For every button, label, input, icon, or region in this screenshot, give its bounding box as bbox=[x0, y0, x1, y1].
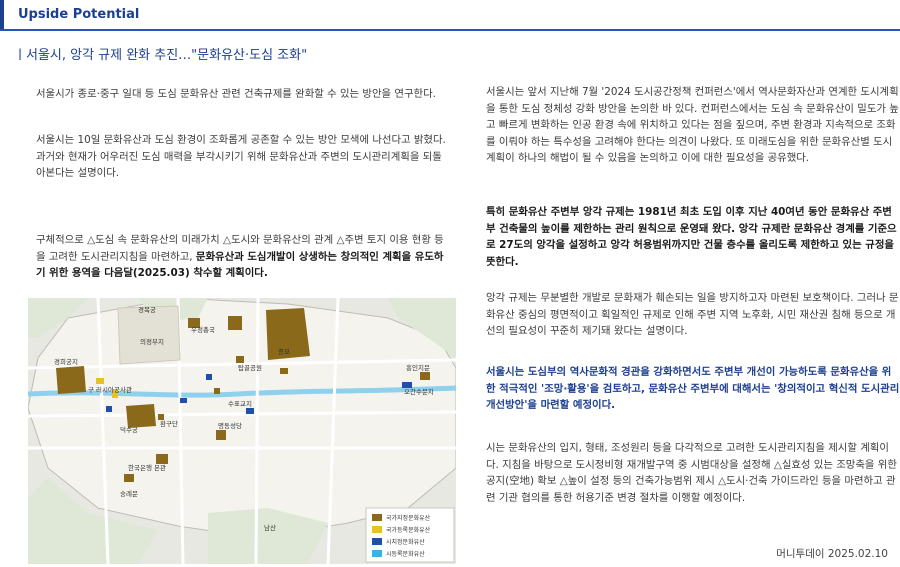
svg-text:덕수궁: 덕수궁 bbox=[120, 425, 138, 434]
svg-text:남산: 남산 bbox=[264, 523, 276, 532]
svg-text:의정부지: 의정부지 bbox=[140, 337, 164, 346]
map-svg: 경복궁 우정총국 종묘 의정부지 탑골공원 흥인지문 오간수문지 경희궁지 구 … bbox=[28, 298, 456, 564]
left-para-1: 서울시가 종로·중구 일대 등 도심 문화유산 관련 건축규제를 완화할 수 있… bbox=[36, 88, 436, 100]
svg-text:수표교지: 수표교지 bbox=[228, 399, 252, 408]
right-para-2: 특히 문화유산 주변부 앙각 규제는 1981년 최초 도입 이후 지난 40여… bbox=[486, 206, 897, 268]
left-para-3: 구체적으로 △도심 속 문화유산의 미래가치 △도시와 문화유산의 관계 △주변… bbox=[36, 232, 446, 282]
legend-city: 시지정문화유산 bbox=[386, 538, 425, 546]
right-para-4: 서울시는 도심부의 역사문화적 경관을 강화하면서도 주변부 개선이 가능하도록… bbox=[486, 366, 900, 411]
right-para-5: 시는 문화유산의 입지, 형태, 조성원리 등을 다각적으로 고려한 도시관리지… bbox=[486, 442, 897, 504]
source-footer: 머니투데이 2025.02.10 bbox=[776, 548, 888, 560]
header-title: Upside Potential bbox=[18, 7, 140, 22]
article-headline: ㅣ서울시, 앙각 규제 완화 추진…"문화유산·도심 조화" bbox=[14, 48, 308, 63]
legend-national: 국가지정문화유산 bbox=[386, 514, 431, 522]
header-rule bbox=[0, 29, 900, 31]
svg-text:숭례문: 숭례문 bbox=[120, 489, 138, 498]
svg-text:구 러시아공사관: 구 러시아공사관 bbox=[88, 385, 132, 394]
legend-registered: 국가등록문화유산 bbox=[386, 526, 431, 534]
svg-text:한국은행 본관: 한국은행 본관 bbox=[128, 463, 166, 472]
svg-text:경복궁: 경복궁 bbox=[138, 305, 156, 314]
svg-text:탑골공원: 탑골공원 bbox=[238, 363, 262, 372]
svg-text:명동성당: 명동성당 bbox=[218, 421, 242, 430]
svg-text:흥인지문: 흥인지문 bbox=[406, 363, 430, 372]
svg-text:환구단: 환구단 bbox=[160, 419, 178, 428]
legend-city-registered: 시등록문화유산 bbox=[386, 550, 425, 558]
svg-text:우정총국: 우정총국 bbox=[191, 325, 215, 334]
right-para-1: 서울시는 앞서 지난해 7월 '2024 도시공간정책 컨퍼런스'에서 역사문화… bbox=[486, 86, 899, 164]
header-bar: Upside Potential bbox=[0, 0, 900, 31]
right-para-3: 앙각 규제는 무분별한 개발로 문화재가 훼손되는 일을 방지하고자 마련된 보… bbox=[486, 292, 899, 337]
left-para-2: 서울시는 10일 문화유산과 도심 환경이 조화롭게 공존할 수 있는 방안 모… bbox=[36, 134, 446, 179]
svg-text:종묘: 종묘 bbox=[278, 348, 290, 356]
header-accent bbox=[0, 0, 4, 30]
svg-text:경희궁지: 경희궁지 bbox=[54, 357, 78, 366]
heritage-map: 경복궁 우정총국 종묘 의정부지 탑골공원 흥인지문 오간수문지 경희궁지 구 … bbox=[28, 298, 456, 564]
svg-text:오간수문지: 오간수문지 bbox=[404, 387, 434, 396]
